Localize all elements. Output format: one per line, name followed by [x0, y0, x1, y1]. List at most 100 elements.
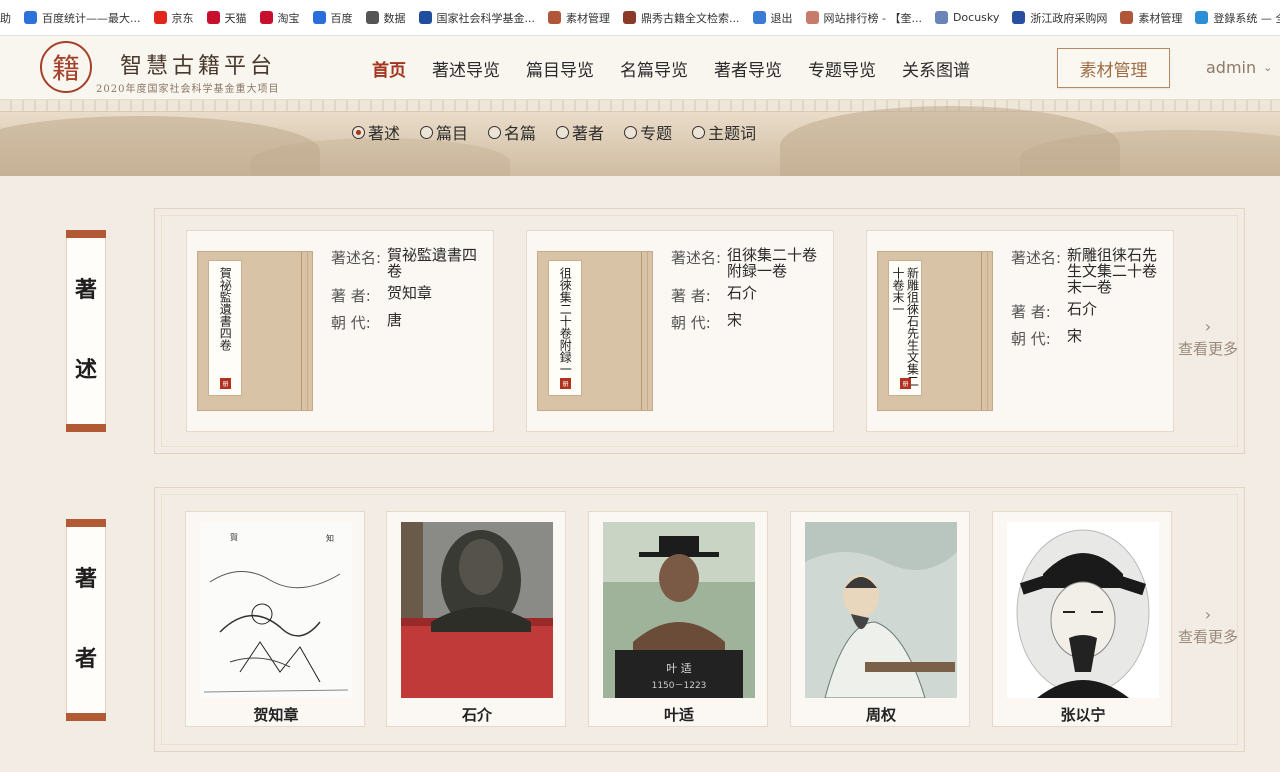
radio-button[interactable]	[420, 125, 434, 139]
user-menu[interactable]: admin ⌄	[1206, 58, 1272, 77]
nav-item[interactable]: 专题导览	[808, 56, 876, 81]
work-card[interactable]: 新雕徂徠石先生文集二十卷末一册 著述名: 新雕徂徕石先生文集二十卷末一卷著 者: 石介…	[866, 230, 1174, 432]
chevron-down-icon: ⌄	[1263, 61, 1273, 74]
nav-item[interactable]: 著述导览	[432, 56, 500, 81]
search-type-radio[interactable]: 主题词	[692, 120, 756, 144]
bookmark-item[interactable]: 百度统计——最大...	[18, 0, 148, 35]
field-label: 著 者:	[671, 287, 711, 305]
work-author-row: 著 者: 贺知章	[331, 285, 487, 306]
sucai-icon	[548, 11, 561, 24]
nav-item[interactable]: 首页	[372, 56, 406, 81]
search-type-radio[interactable]: 专题	[624, 120, 672, 144]
author-card[interactable]: 叶 适 1150－1223 叶适	[588, 511, 768, 727]
nav-item[interactable]: 名篇导览	[620, 56, 688, 81]
book-icon	[623, 11, 636, 24]
work-info: 著述名: 賀祕監遺書四卷著 者: 贺知章朝 代: 唐	[331, 247, 487, 339]
search-type-radio[interactable]: 名篇	[488, 120, 536, 144]
work-dynasty: 宋	[727, 311, 743, 329]
radio-button[interactable]	[624, 125, 638, 139]
work-title: 新雕徂徕石先生文集二十卷末一卷	[1067, 246, 1158, 296]
book-spine	[301, 252, 302, 410]
radio-button[interactable]	[692, 125, 706, 139]
search-type-radio[interactable]: 著者	[556, 120, 604, 144]
nav-item[interactable]: 著者导览	[714, 56, 782, 81]
author-card[interactable]: 賀知贺知章	[185, 511, 365, 727]
jd-icon	[153, 11, 167, 24]
authors-view-more-link[interactable]: › 查看更多	[1175, 606, 1241, 647]
portrait-image: 叶 适 1150－1223	[603, 522, 755, 698]
section-title-char: 述	[74, 358, 97, 383]
book-title-slip: 新雕徂徠石先生文集二十卷末一册	[888, 260, 922, 396]
view-more-label: 查看更多	[1177, 340, 1238, 358]
taobao-icon	[259, 11, 273, 24]
section-title-char: 著	[74, 567, 97, 592]
author-portrait-painting-icon	[805, 522, 957, 698]
work-title: 徂徠集二十卷附録一卷	[727, 246, 818, 280]
main-nav: 首页 著述导览 篇目导览 名篇导览 著者导览 专题导览 关系图谱	[372, 36, 996, 100]
bookmark-label: 退出	[770, 11, 793, 25]
site-subtitle: 2020年度国家社会科学基金重大项目	[96, 84, 280, 95]
bookmark-label: 浙江政府采购网	[1030, 11, 1108, 25]
book-spine	[987, 252, 988, 410]
chevron-right-icon: ›	[1204, 317, 1212, 336]
bookmark-item[interactable]: Docusky	[929, 0, 1006, 35]
work-author-row: 著 者: 石介	[1011, 301, 1167, 322]
portrait-image	[401, 522, 553, 698]
bookmark-item[interactable]: 京东	[148, 0, 201, 35]
statue-plaque-name: 叶 适	[666, 662, 692, 675]
nav-item[interactable]: 关系图谱	[902, 56, 970, 81]
book-title-slip: 徂徠集二十卷附録一册	[548, 260, 582, 396]
author-card[interactable]: 石介	[386, 511, 566, 727]
radio-button[interactable]	[352, 125, 365, 139]
book-spine	[647, 252, 648, 410]
bookmark-item[interactable]: 素材管理	[1114, 0, 1189, 35]
seal-icon: 册	[900, 378, 911, 389]
bookmark-item[interactable]: 淘宝	[254, 0, 307, 35]
zhejiang-icon	[1012, 11, 1026, 24]
bookmark-label: 淘宝	[277, 11, 300, 25]
field-label: 朝 代:	[671, 314, 711, 332]
banner-pattern-band	[0, 100, 1280, 112]
nav-item[interactable]: 篇目导览	[526, 56, 594, 81]
author-name: 周权	[865, 706, 896, 724]
field-label: 著 者:	[331, 287, 371, 305]
author-portrait-ink-sketch-icon: 賀知	[200, 522, 352, 698]
chevron-right-icon: ›	[1204, 605, 1212, 624]
search-type-radio[interactable]: 篇目	[420, 120, 468, 144]
bookmark-item[interactable]: 浙江政府采购网	[1006, 0, 1114, 35]
bookmark-item[interactable]: 网站排行榜 - 【奎...	[800, 0, 929, 35]
bookmark-item[interactable]: 退出	[747, 0, 800, 35]
bookmark-item[interactable]: 鼎秀古籍全文检索...	[617, 0, 747, 35]
field-label: 著述名:	[331, 249, 382, 267]
bookmark-item[interactable]: 天猫	[201, 0, 254, 35]
bookmark-item[interactable]: 助	[0, 0, 18, 35]
bookmark-item[interactable]: 百度	[307, 0, 360, 35]
author-card[interactable]: 张以宁	[992, 511, 1172, 727]
work-card[interactable]: 徂徠集二十卷附録一册 著述名: 徂徠集二十卷附録一卷著 者: 石介朝 代: 宋	[526, 230, 834, 432]
author-portrait-statue-icon: 叶 适 1150－1223	[603, 522, 755, 698]
author-portrait-oval-ink-icon	[1007, 522, 1159, 698]
sucai-manage-button[interactable]: 素材管理	[1057, 48, 1170, 88]
book-title-text: 賀祕監遺書四卷	[218, 267, 233, 351]
work-info: 著述名: 新雕徂徕石先生文集二十卷末一卷著 者: 石介朝 代: 宋	[1011, 247, 1167, 355]
radio-label: 主题词	[708, 124, 757, 143]
site-logo-icon[interactable]: 籍	[40, 41, 92, 93]
work-author: 石介	[727, 284, 758, 302]
bookmark-label: 助	[0, 11, 11, 25]
author-card[interactable]: 周权	[790, 511, 970, 727]
work-dynasty-row: 朝 代: 唐	[331, 312, 487, 333]
bookmark-item[interactable]: 素材管理	[542, 0, 617, 35]
baidu-tongji-icon	[24, 11, 37, 24]
bookmark-item[interactable]: 数据	[360, 0, 413, 35]
radio-button[interactable]	[488, 125, 502, 139]
author-name: 叶适	[663, 706, 694, 724]
bookmark-item[interactable]: 国家社会科学基金...	[413, 0, 543, 35]
radio-button[interactable]	[556, 125, 570, 139]
work-card[interactable]: 賀祕監遺書四卷册著述名: 賀祕監遺書四卷著 者: 贺知章朝 代: 唐	[186, 230, 494, 432]
book-title-text: 徂徠集二十卷附録一	[558, 267, 573, 375]
bookmark-item[interactable]: 登錄系统 — 全部...	[1189, 0, 1280, 35]
search-type-radio[interactable]: 著述	[352, 120, 400, 144]
work-dynasty: 唐	[387, 311, 403, 329]
works-section-title-scroll: 著 述	[66, 230, 106, 432]
works-view-more-link[interactable]: › 查看更多	[1175, 318, 1241, 359]
